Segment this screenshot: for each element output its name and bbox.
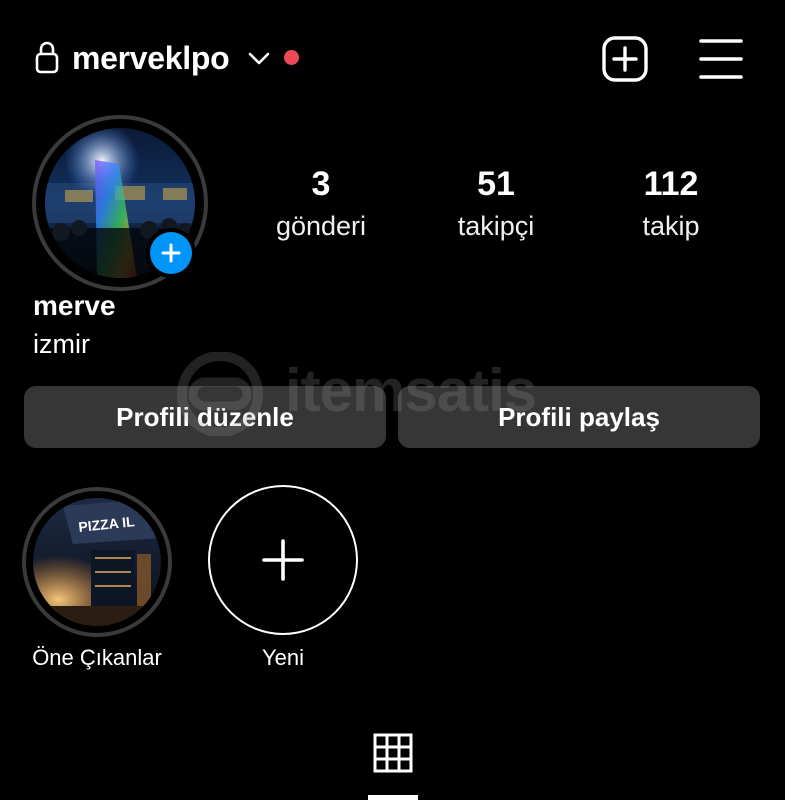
stat-following-count: 112 bbox=[643, 165, 699, 203]
stat-followers-label: takipçi bbox=[457, 211, 535, 241]
stat-followers-count: 51 bbox=[477, 165, 515, 203]
stat-followers[interactable]: 51 takipçi bbox=[416, 164, 576, 244]
hamburger-menu-icon[interactable] bbox=[697, 36, 745, 82]
plus-square-icon[interactable] bbox=[601, 35, 649, 83]
highlight-cover[interactable]: PIZZA IL bbox=[33, 498, 161, 626]
stat-following-label: takip bbox=[642, 211, 700, 241]
highlight-label: Öne Çıkanlar bbox=[32, 645, 162, 670]
new-highlight-button[interactable] bbox=[208, 485, 358, 635]
stat-posts-label: gönderi bbox=[275, 211, 367, 241]
stat-following[interactable]: 112 takip bbox=[591, 164, 751, 244]
new-highlight-label: Yeni bbox=[261, 645, 304, 670]
plus-circle-icon bbox=[150, 232, 192, 274]
stat-posts[interactable]: 3 gönderi bbox=[241, 164, 401, 244]
share-profile-label: Profili paylaş bbox=[498, 401, 660, 432]
display-name: merve bbox=[33, 290, 116, 321]
active-tab-indicator bbox=[368, 795, 418, 800]
edit-profile-label: Profili düzenle bbox=[116, 401, 294, 432]
plus-icon bbox=[262, 539, 304, 581]
chevron-down-icon[interactable] bbox=[246, 48, 272, 68]
edit-profile-button[interactable]: Profili düzenle bbox=[24, 386, 386, 448]
stat-posts-count: 3 bbox=[311, 165, 331, 203]
share-profile-button[interactable]: Profili paylaş bbox=[398, 386, 760, 448]
grid-icon[interactable] bbox=[373, 733, 413, 773]
add-story-button[interactable] bbox=[146, 228, 196, 278]
username-switcher[interactable]: merveklpo bbox=[72, 38, 230, 78]
top-bar: merveklpo bbox=[0, 0, 785, 115]
bio: izmir bbox=[33, 329, 90, 359]
notification-dot bbox=[284, 50, 299, 65]
lock-icon bbox=[35, 41, 59, 74]
